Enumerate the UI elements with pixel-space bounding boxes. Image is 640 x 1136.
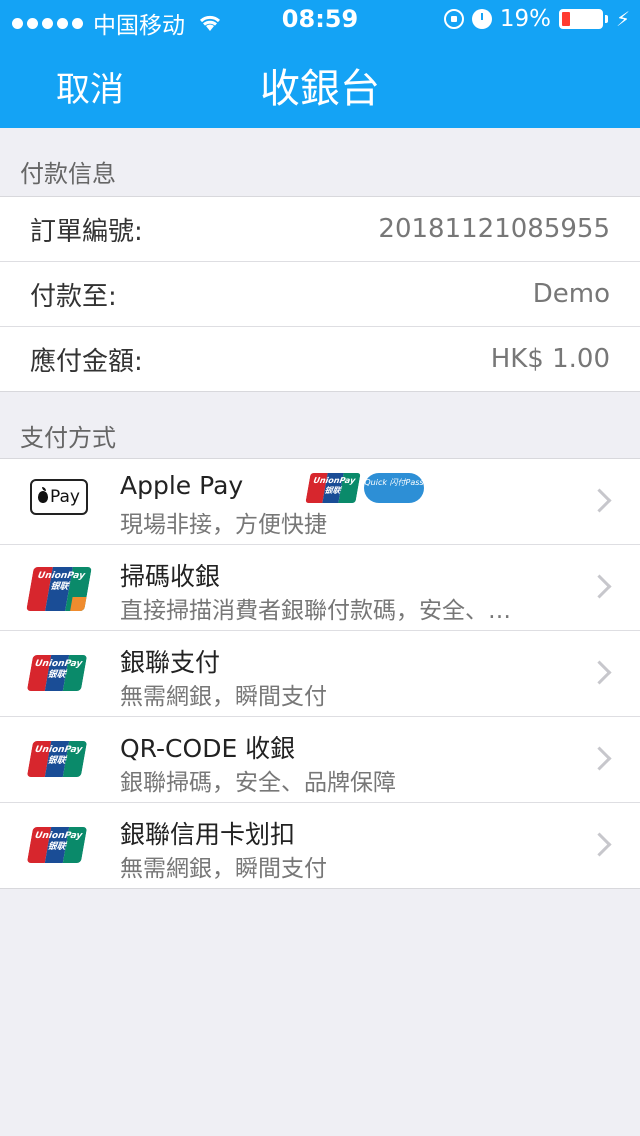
payment-method-qr-code[interactable]: UnionPay 银联 QR-CODE 收銀 銀聯掃碼，安全、品牌保障 (0, 717, 640, 803)
apple-pay-icon: Pay (30, 479, 88, 515)
payment-method-scan-qr[interactable]: UnionPay 银联 掃碼收銀 直接掃描消費者銀聯付款碼，安全、… (0, 545, 640, 631)
quickpass-badge-text: Quick 闪付Pass (364, 478, 424, 487)
apple-pay-logo-text: Pay (50, 487, 80, 507)
payment-method-title: 銀聯支付 (120, 648, 221, 677)
unionpay-icon: UnionPay 银联 (26, 827, 88, 863)
payment-info-list: 訂單編號: 20181121085955 付款至: Demo 應付金額: HK$… (0, 196, 640, 392)
unionpay-icon: UnionPay 银联 (26, 741, 88, 777)
chevron-right-icon (587, 746, 612, 771)
amount-label: 應付金額: (30, 346, 143, 377)
amount-row: 應付金額: HK$ 1.00 (0, 327, 640, 391)
battery-percent: 19% (499, 6, 551, 32)
payment-method-subtitle: 現場非接，方便快捷 (120, 512, 327, 538)
payment-method-title: 銀聯信用卡划扣 (120, 820, 296, 849)
unionpay-badge-text: UnionPay 银联 (312, 476, 357, 495)
payment-method-subtitle: 直接掃描消費者銀聯付款碼，安全、… (120, 598, 511, 624)
status-bar: 中国移动 08:59 19% ⚡ (0, 0, 640, 40)
payment-method-title: 掃碼收銀 (120, 562, 221, 591)
charging-icon: ⚡ (615, 7, 630, 31)
unionpay-badge-icon: UnionPay 银联 (305, 473, 361, 503)
payee-row: 付款至: Demo (0, 262, 640, 327)
chevron-right-icon (587, 660, 612, 685)
unionpay-qr-icon: UnionPay 银联 (26, 567, 92, 611)
payment-method-title: Apple Pay (120, 471, 244, 500)
order-number-label: 訂單編號: (30, 216, 143, 247)
order-number-value: 20181121085955 (378, 214, 610, 244)
payment-info-header: 付款信息 (20, 160, 116, 188)
payment-method-subtitle: 無需網銀，瞬間支付 (120, 856, 327, 882)
payment-method-subtitle: 銀聯掃碼，安全、品牌保障 (120, 770, 396, 796)
payment-method-credit-card[interactable]: UnionPay 银联 銀聯信用卡划扣 無需網銀，瞬間支付 (0, 803, 640, 888)
chevron-right-icon (587, 574, 612, 599)
chevron-right-icon (587, 832, 612, 857)
payment-methods-list: Pay Apple Pay UnionPay 银联 Quick 闪付Pass 現… (0, 458, 640, 889)
quickpass-badge-icon: Quick 闪付Pass (364, 473, 424, 503)
order-number-row: 訂單編號: 20181121085955 (0, 197, 640, 262)
payment-method-title: QR-CODE 收銀 (120, 734, 296, 763)
top-bar: 中国移动 08:59 19% ⚡ 取消 收銀台 (0, 0, 640, 128)
alarm-icon (471, 9, 492, 29)
amount-value: HK$ 1.00 (490, 344, 610, 374)
payee-value: Demo (532, 279, 610, 309)
payment-method-unionpay[interactable]: UnionPay 银联 銀聯支付 無需網銀，瞬間支付 (0, 631, 640, 717)
page-title: 收銀台 (260, 66, 380, 112)
rotation-lock-icon (443, 9, 464, 29)
chevron-right-icon (587, 488, 612, 513)
payment-method-subtitle: 無需網銀，瞬間支付 (120, 684, 327, 710)
unionpay-icon: UnionPay 银联 (26, 655, 88, 691)
payment-method-apple-pay[interactable]: Pay Apple Pay UnionPay 银联 Quick 闪付Pass 現… (0, 459, 640, 545)
payment-methods-header: 支付方式 (20, 424, 116, 452)
battery-icon (558, 9, 603, 29)
payee-label: 付款至: (30, 281, 117, 312)
